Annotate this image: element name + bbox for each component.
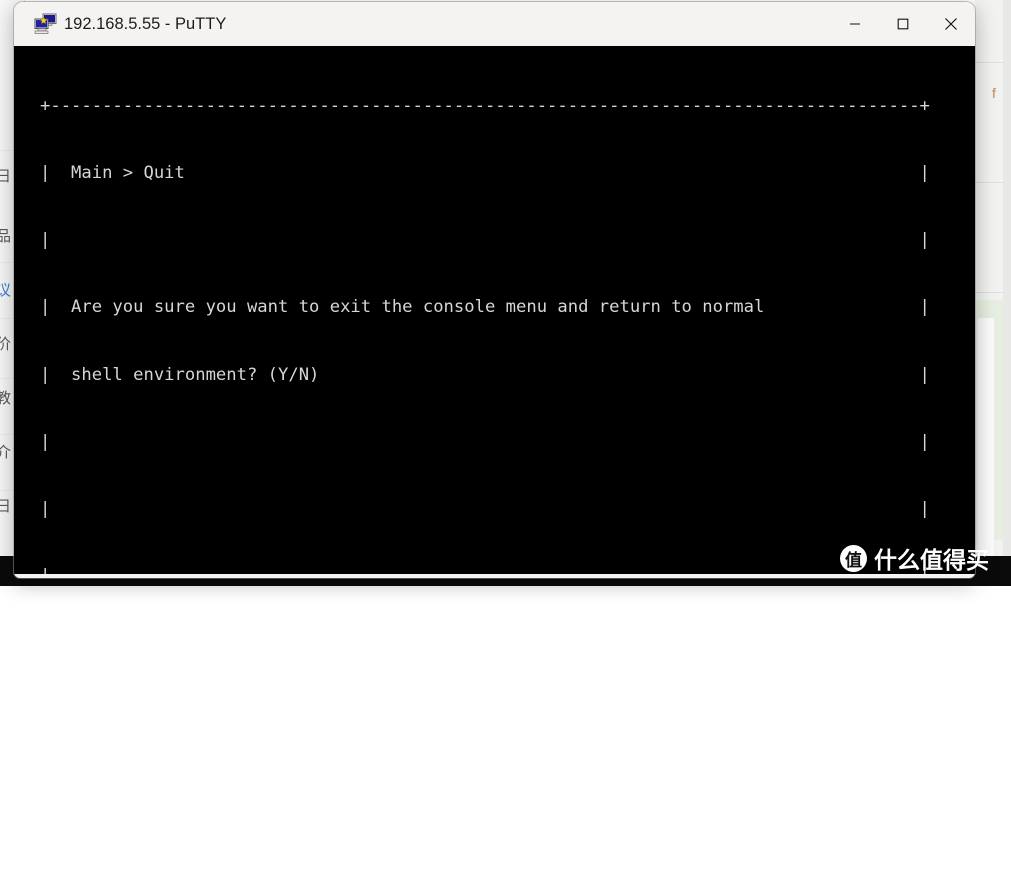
terminal-screen[interactable]: +---------------------------------------… bbox=[14, 46, 975, 574]
watermark-badge: 值 bbox=[840, 544, 867, 572]
terminal-line: | | bbox=[40, 431, 930, 452]
terminal-line: | | bbox=[40, 499, 930, 520]
background-right-text: f bbox=[992, 85, 996, 101]
terminal-line: +---------------------------------------… bbox=[40, 95, 930, 116]
putty-title-bar[interactable]: 192.168.5.55 - PuTTY bbox=[14, 2, 975, 46]
terminal-line: | | bbox=[40, 565, 930, 574]
minimize-button[interactable] bbox=[831, 2, 879, 46]
close-button[interactable] bbox=[927, 2, 975, 46]
terminal-output: +---------------------------------------… bbox=[40, 50, 930, 574]
watermark: 值 什么值得买 bbox=[840, 541, 989, 575]
maximize-button[interactable] bbox=[879, 2, 927, 46]
putty-computer-icon bbox=[34, 13, 57, 35]
terminal-line: | shell environment? (Y/N) | bbox=[40, 364, 930, 385]
putty-window[interactable]: 192.168.5.55 - PuTTY +------------------… bbox=[14, 2, 975, 578]
terminal-line: | | bbox=[40, 230, 930, 251]
terminal-line: | Main > Quit | bbox=[40, 163, 930, 184]
watermark-text: 什么值得买 bbox=[874, 548, 989, 574]
window-controls bbox=[831, 2, 975, 46]
terminal-line: | Are you sure you want to exit the cons… bbox=[40, 297, 930, 318]
putty-window-title: 192.168.5.55 - PuTTY bbox=[64, 14, 227, 33]
